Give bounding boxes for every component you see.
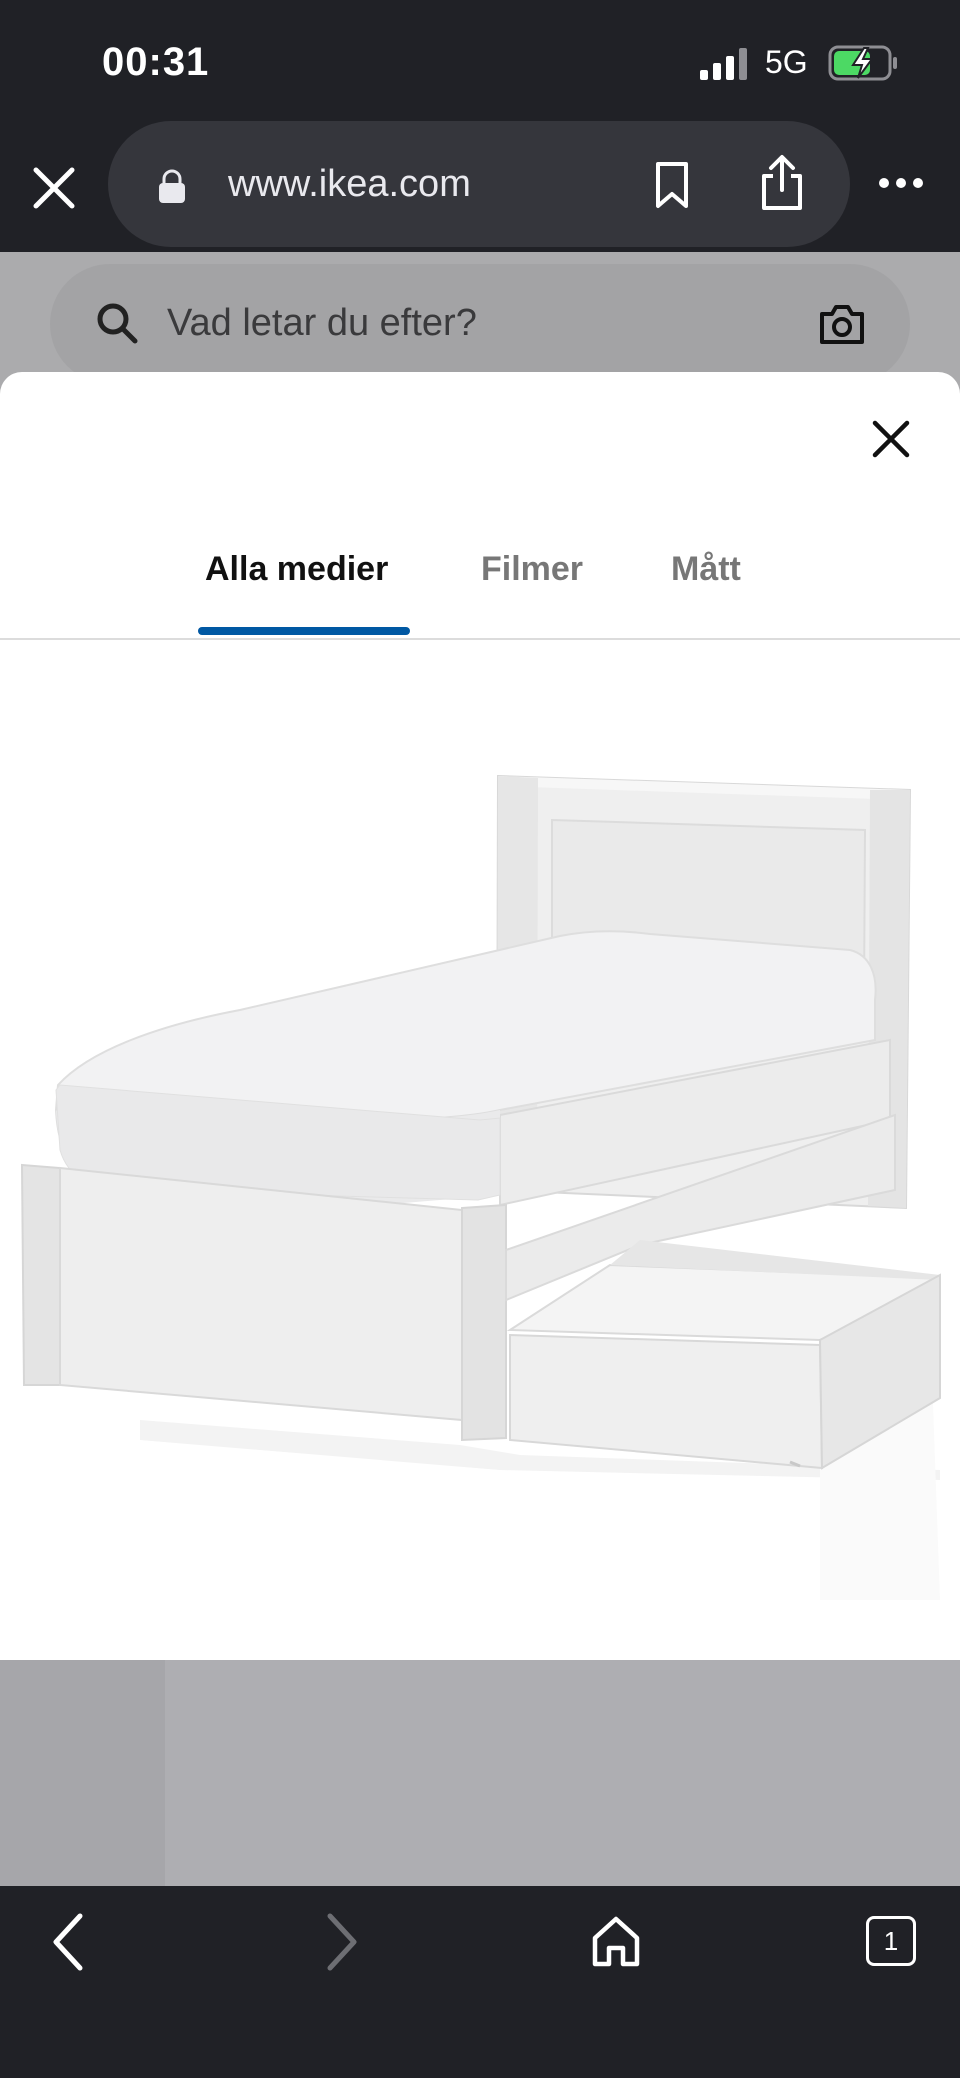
close-icon[interactable]: [26, 160, 82, 216]
forward-icon[interactable]: [322, 1912, 362, 1972]
tab-all-media[interactable]: Alla medier: [205, 550, 388, 589]
lock-icon: [159, 169, 185, 203]
tabs-icon[interactable]: 1: [866, 1916, 916, 1966]
back-icon[interactable]: [48, 1912, 88, 1972]
tab-divider: [0, 638, 960, 640]
page-background-image: [0, 1660, 960, 1886]
network-label: 5G: [765, 44, 808, 80]
more-icon[interactable]: [878, 176, 924, 190]
status-bar: 00:31 5G: [0, 0, 960, 120]
share-icon[interactable]: [756, 152, 808, 214]
camera-icon[interactable]: [818, 302, 866, 346]
close-icon[interactable]: [866, 414, 916, 464]
status-time: 00:31: [102, 40, 210, 84]
tab-videos[interactable]: Filmer: [481, 550, 583, 589]
battery-charging-icon: [828, 45, 897, 81]
browser-toolbar: [0, 1886, 960, 2078]
url-text[interactable]: www.ikea.com: [228, 163, 471, 206]
home-icon[interactable]: [590, 1914, 642, 1970]
bookmark-icon[interactable]: [652, 160, 692, 212]
url-field[interactable]: [108, 121, 850, 247]
product-image[interactable]: [0, 650, 960, 1660]
search-placeholder[interactable]: Vad letar du efter?: [167, 302, 477, 345]
search-icon: [97, 303, 138, 344]
tab-dimensions[interactable]: Mått: [671, 550, 741, 589]
active-tab-indicator: [198, 627, 410, 635]
signal-icon: [700, 48, 747, 80]
